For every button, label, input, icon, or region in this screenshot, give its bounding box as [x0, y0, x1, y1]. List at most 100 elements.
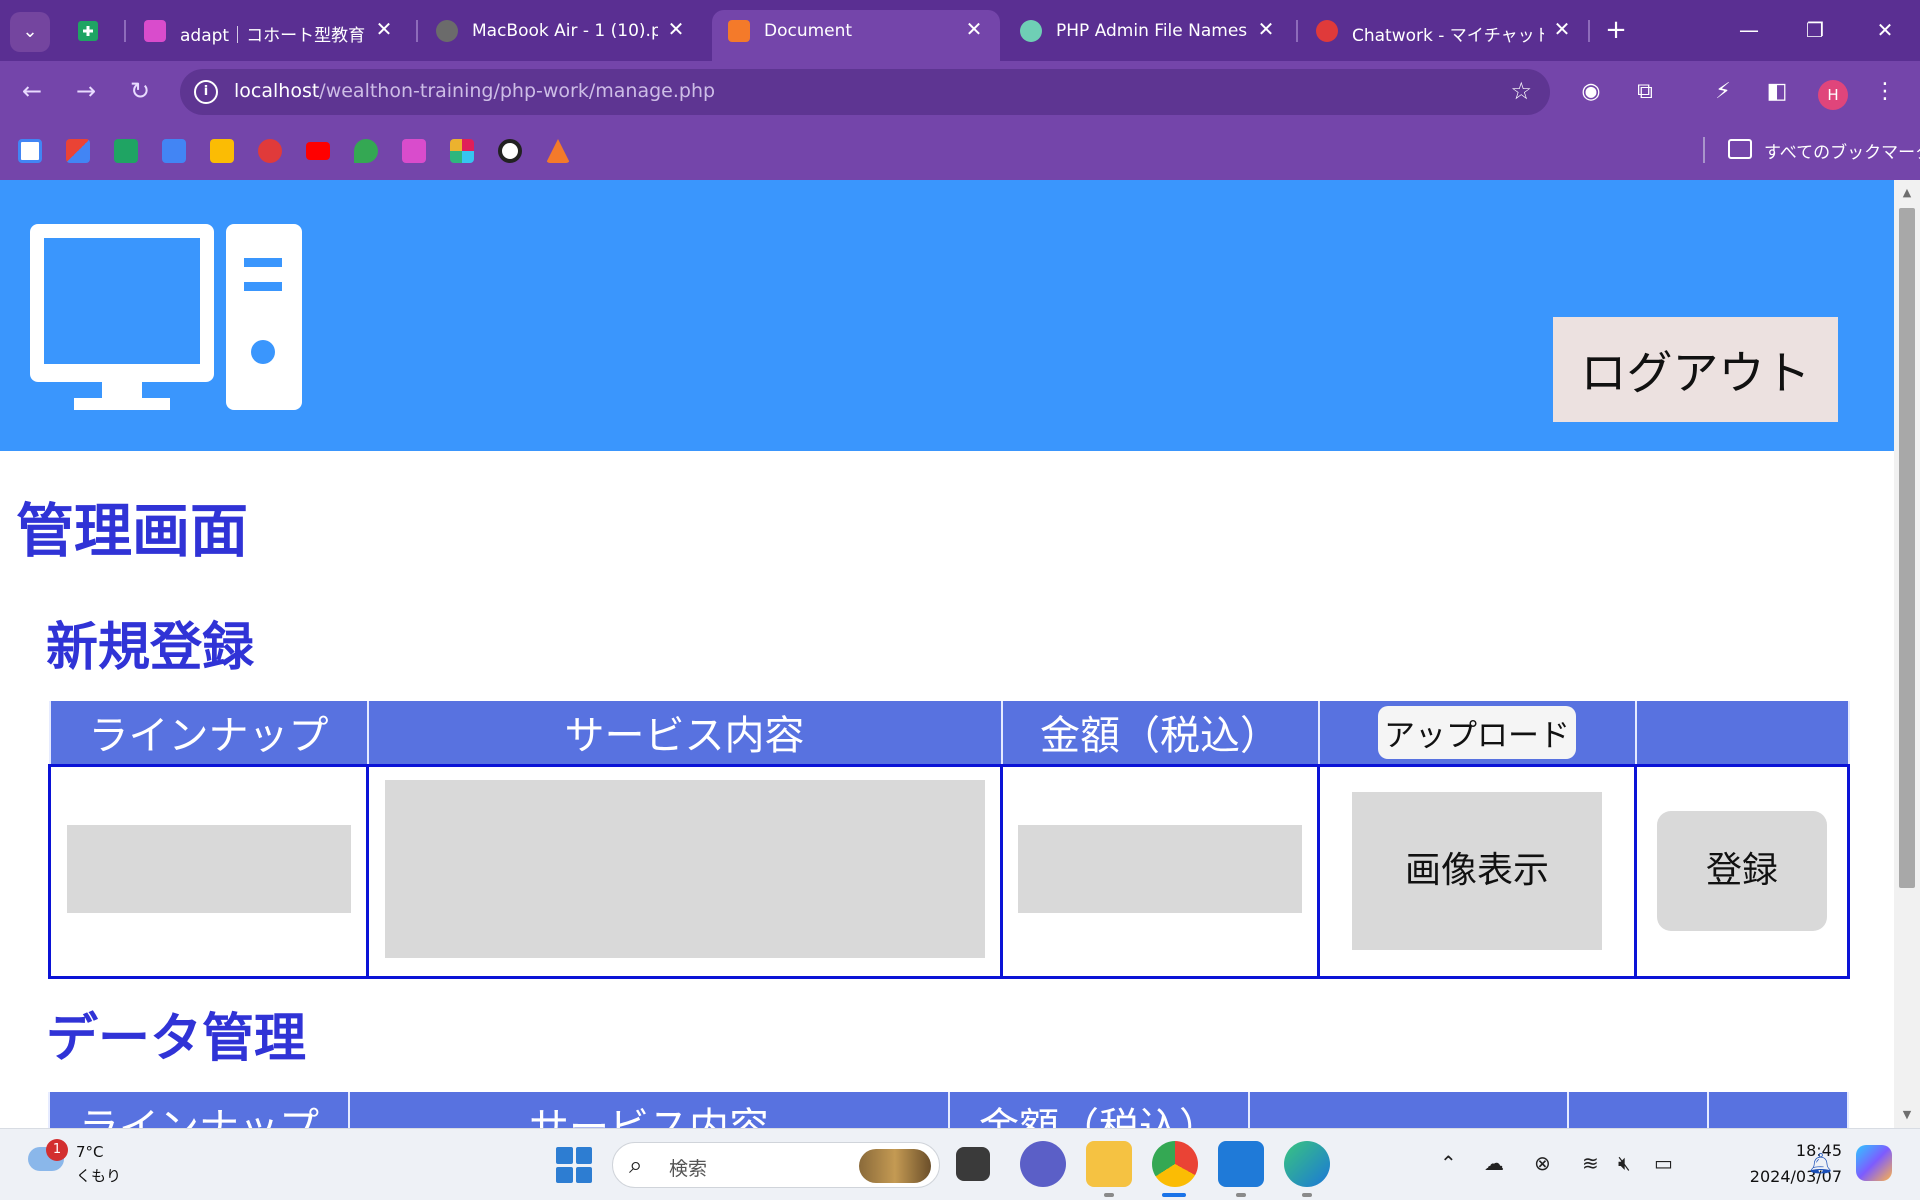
new-tab-button[interactable]: +	[1598, 14, 1634, 48]
scroll-thumb[interactable]	[1899, 208, 1915, 888]
globe-icon	[436, 20, 458, 42]
performance-icon[interactable]: ⚡	[1706, 75, 1740, 109]
slides-icon[interactable]	[210, 139, 234, 163]
browser-toolbar: ← → ↻ i localhost/wealthon-training/php-…	[0, 61, 1920, 121]
new-registration-heading: 新規登録	[46, 618, 255, 678]
side-panel-icon[interactable]: ◧	[1760, 75, 1794, 109]
bookmark-separator	[1703, 137, 1705, 163]
back-button[interactable]: ←	[14, 73, 50, 109]
column-header-price: 金額（税込）	[948, 1092, 1250, 1128]
tab-pdf[interactable]: MacBook Air - 1 (10).pdf ✕	[420, 10, 702, 61]
folder-icon	[1728, 139, 1752, 159]
xampp-icon	[728, 20, 750, 42]
speaker-muted-icon[interactable]: 🔇︎	[1618, 1151, 1631, 1175]
weather-description[interactable]: くもり	[76, 1165, 121, 1186]
adapt-icon	[144, 20, 166, 42]
docs-icon[interactable]	[162, 139, 186, 163]
close-icon[interactable]: ✕	[372, 17, 396, 41]
weather-temperature[interactable]: 7°C	[76, 1143, 104, 1161]
xampp-icon[interactable]	[546, 139, 570, 163]
reload-button[interactable]: ↻	[122, 73, 158, 109]
close-icon[interactable]: ✕	[962, 17, 986, 41]
tab-chatwork[interactable]: Chatwork - マイチャット ✕	[1300, 10, 1588, 61]
search-placeholder: 検索	[669, 1158, 708, 1180]
youtube-icon[interactable]	[306, 142, 330, 160]
url-text[interactable]: localhost/wealthon-training/php-work/man…	[234, 80, 715, 102]
menu-icon[interactable]: ⋮	[1868, 75, 1902, 109]
upload-button[interactable]: アップロード	[1378, 705, 1576, 759]
site-info-icon[interactable]: i	[194, 80, 218, 104]
price-cell	[1000, 763, 1320, 979]
camera-icon[interactable]: ◉	[1574, 75, 1608, 109]
new-registration-table: ラインナップ サービス内容 金額（税込） アップロード 画像表示 登録	[48, 701, 1850, 979]
column-header-edit	[1567, 1092, 1709, 1128]
column-header-delete	[1707, 1092, 1849, 1128]
close-icon[interactable]: ✕	[1550, 17, 1574, 41]
site-header: ログアウト	[0, 180, 1894, 451]
table-row: 画像表示 登録	[48, 763, 1850, 979]
show-hidden-icons-icon[interactable]: ⌃	[1440, 1151, 1457, 1175]
sheets-icon[interactable]	[114, 139, 138, 163]
windows-start-icon[interactable]	[556, 1147, 592, 1183]
edge-icon[interactable]	[1284, 1141, 1330, 1187]
search-icon: ⌕	[629, 1151, 643, 1179]
close-icon[interactable]: ✕	[664, 17, 688, 41]
app-running-indicator	[1104, 1193, 1114, 1197]
window-close-button[interactable]: ✕	[1860, 12, 1910, 48]
restore-button[interactable]: ❐	[1790, 12, 1840, 48]
gmail-icon[interactable]	[66, 139, 90, 163]
calendar-icon[interactable]	[18, 139, 42, 163]
logout-button[interactable]: ログアウト	[1553, 317, 1838, 422]
scroll-down-icon[interactable]: ▼	[1894, 1102, 1920, 1128]
data-management-table: ラインナップ サービス内容 金額（税込）	[48, 1092, 1849, 1128]
weather-badge: 1	[46, 1139, 68, 1161]
tab-strip: ⌄ adapt｜コホート型教育プ ✕ MacBook Air - 1 (10).…	[0, 0, 1920, 61]
tab-document[interactable]: Document ✕	[712, 10, 1000, 61]
maps-icon[interactable]	[354, 139, 378, 163]
teams-icon[interactable]	[1020, 1141, 1066, 1187]
register-button[interactable]: 登録	[1657, 811, 1827, 931]
forward-button[interactable]: →	[68, 73, 104, 109]
tab-separator	[124, 20, 126, 42]
service-textarea[interactable]	[384, 780, 985, 958]
chrome-icon[interactable]	[1152, 1141, 1198, 1187]
task-view-icon[interactable]	[956, 1147, 990, 1181]
scroll-up-icon[interactable]: ▲	[1894, 180, 1920, 206]
service-cell	[366, 763, 1003, 979]
vertical-scrollbar[interactable]: ▲ ▼	[1894, 180, 1920, 1128]
bookmark-star-icon[interactable]: ☆	[1510, 77, 1532, 105]
close-icon[interactable]: ✕	[1254, 17, 1278, 41]
tab-php-admin[interactable]: PHP Admin File Names ✕	[1004, 10, 1292, 61]
xbox-icon[interactable]: ⊗	[1534, 1151, 1551, 1175]
copilot-icon[interactable]	[1856, 1145, 1892, 1181]
github-icon[interactable]	[498, 139, 522, 163]
tab-adapt[interactable]: adapt｜コホート型教育プ ✕	[128, 10, 410, 61]
profile-avatar[interactable]: H	[1818, 80, 1848, 110]
tab-separator	[416, 20, 418, 42]
onedrive-icon[interactable]: ☁	[1484, 1151, 1504, 1175]
vscode-icon[interactable]	[1218, 1141, 1264, 1187]
taskbar-search[interactable]: ⌕ 検索	[612, 1142, 940, 1188]
column-header-action	[1634, 701, 1850, 766]
adapt-icon[interactable]	[402, 139, 426, 163]
lineup-input[interactable]	[66, 825, 351, 913]
column-header-lineup: ラインナップ	[48, 701, 369, 766]
file-explorer-icon[interactable]	[1086, 1141, 1132, 1187]
all-bookmarks-button[interactable]: すべてのブックマーク	[1764, 138, 1920, 163]
column-header-service: サービス内容	[348, 1092, 950, 1128]
tab-search-button[interactable]: ⌄	[10, 12, 50, 52]
table-header-row: ラインナップ サービス内容 金額（税込）	[48, 1092, 1849, 1128]
app-running-indicator	[1236, 1193, 1246, 1197]
slack-icon[interactable]	[450, 139, 474, 163]
chatwork-icon[interactable]	[258, 139, 282, 163]
wifi-icon[interactable]: ≋	[1582, 1151, 1599, 1175]
address-bar[interactable]: i localhost/wealthon-training/php-work/m…	[180, 69, 1550, 115]
notification-bell-icon[interactable]: 🔔︎	[1808, 1151, 1833, 1175]
price-input[interactable]	[1018, 825, 1302, 913]
pinned-tab-sheets[interactable]	[68, 14, 108, 48]
extensions-icon[interactable]: ⧉	[1628, 75, 1662, 109]
battery-icon[interactable]: ▭	[1654, 1151, 1673, 1175]
lineup-cell	[48, 763, 369, 979]
minimize-button[interactable]: —	[1724, 12, 1774, 48]
image-cell: 画像表示	[1317, 763, 1637, 979]
